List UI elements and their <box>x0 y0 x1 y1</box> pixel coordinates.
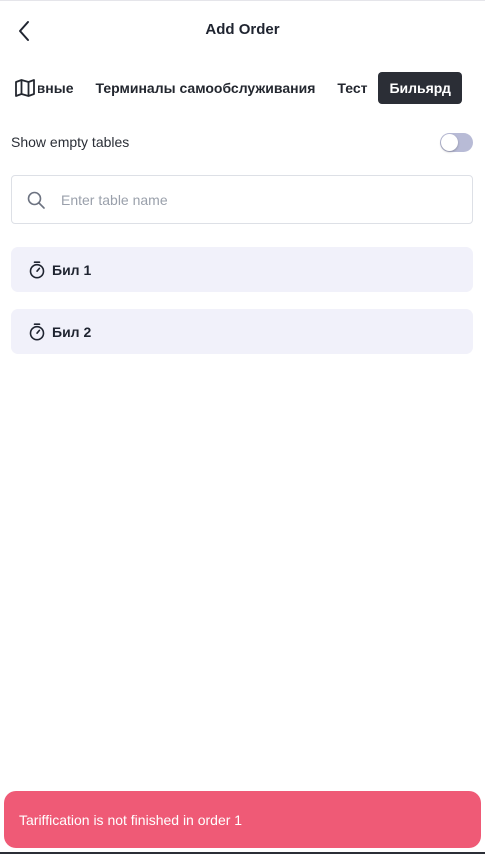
toast-message: Tariffication is not finished in order 1 <box>19 811 243 828</box>
table-name: Бил 1 <box>52 261 92 278</box>
table-search-input[interactable] <box>61 191 441 208</box>
map-icon <box>15 79 35 97</box>
table-card-bil-2[interactable]: Бил 2 <box>11 309 473 354</box>
show-empty-tables-toggle[interactable] <box>440 132 473 152</box>
add-order-screen: Add Order Основные Терминалы самообслужи… <box>0 0 485 854</box>
show-empty-tables-row: Show empty tables <box>11 129 473 155</box>
table-name: Бил 2 <box>52 323 92 340</box>
tab-test[interactable]: Тест <box>326 72 378 104</box>
hall-tabs: Основные Терминалы самообслуживания Тест… <box>0 71 485 105</box>
stopwatch-icon <box>28 260 46 279</box>
tab-self-service-terminals[interactable]: Терминалы самообслуживания <box>85 72 327 104</box>
tab-billiards[interactable]: Бильярд <box>378 72 462 104</box>
search-icon <box>26 190 46 210</box>
error-toast[interactable]: Tariffication is not finished in order 1 <box>4 791 481 848</box>
show-empty-tables-label: Show empty tables <box>11 134 130 150</box>
page-title: Add Order <box>205 21 280 38</box>
tabs-scroll-area[interactable]: Основные Терминалы самообслуживания Тест… <box>38 71 485 105</box>
app-header: Add Order <box>0 1 485 61</box>
table-search-box <box>11 175 473 224</box>
toggle-knob <box>441 133 458 151</box>
table-list: Бил 1 Бил 2 <box>11 247 473 371</box>
tab-main[interactable]: Основные <box>38 72 85 104</box>
table-card-bil-1[interactable]: Бил 1 <box>11 247 473 292</box>
tabs-track: Основные Терминалы самообслуживания Тест… <box>38 71 462 105</box>
map-view-button[interactable] <box>12 76 38 100</box>
stopwatch-icon <box>28 322 46 341</box>
